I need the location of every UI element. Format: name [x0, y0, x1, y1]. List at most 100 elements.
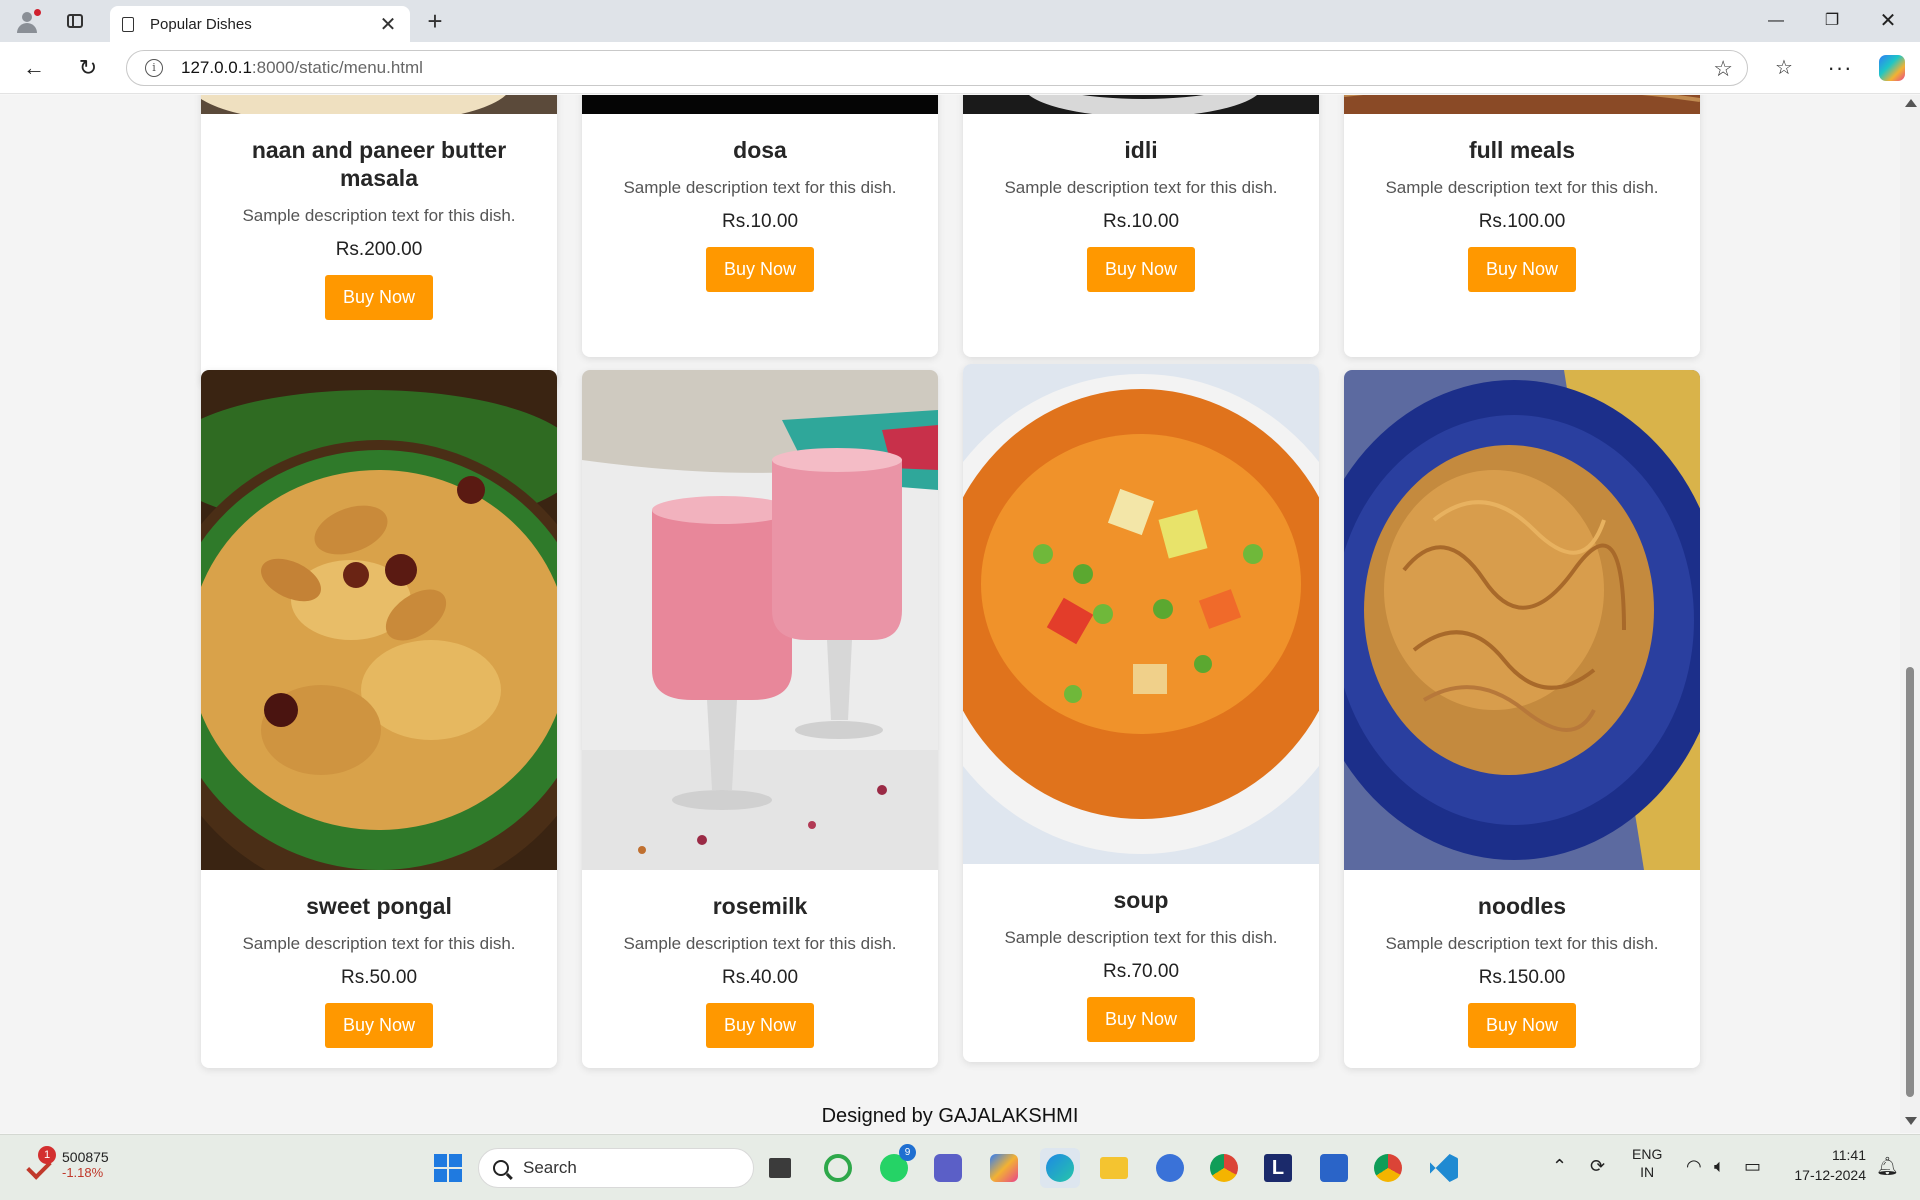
dish-description: Sample description text for this dish. — [623, 934, 897, 953]
volume-icon[interactable]: 🔈︎ — [1714, 1156, 1725, 1177]
favorites-button[interactable]: ☆ — [1768, 52, 1800, 84]
close-tab-icon[interactable]: ✕ — [378, 12, 398, 37]
vscode-icon — [1430, 1154, 1458, 1182]
taskbar-app-chrome-profile[interactable] — [1368, 1148, 1408, 1188]
dish-description: Sample description text for this dish. — [242, 206, 516, 225]
dish-description: Sample description text for this dish. — [1004, 178, 1278, 197]
scroll-down-arrow-icon[interactable] — [1905, 1117, 1917, 1125]
page-footer: Designed by GAJALAKSHMI — [821, 1105, 1079, 1127]
battery-icon[interactable]: ▭ — [1744, 1156, 1761, 1177]
taskbar-app-edge[interactable] — [1040, 1148, 1080, 1188]
dish-name: sweet pongal — [306, 893, 452, 919]
copilot-button[interactable] — [1876, 52, 1908, 84]
taskbar-app-copilot[interactable] — [984, 1148, 1024, 1188]
close-window-button[interactable]: ✕ — [1868, 8, 1908, 34]
address-bar[interactable]: i 127.0.0.1:8000/static/menu.html ☆ — [126, 50, 1748, 86]
dish-description: Sample description text for this dish. — [1385, 934, 1659, 953]
clock-time: 11:41 — [1832, 1147, 1866, 1163]
dish-description: Sample description text for this dish. — [1004, 928, 1278, 947]
taskbar-app-chrome[interactable] — [1204, 1148, 1244, 1188]
language-indicator[interactable]: ENG IN — [1632, 1145, 1662, 1181]
dish-name: naan and paneer butter masala — [251, 137, 507, 191]
profile-icon[interactable] — [12, 7, 42, 35]
favorite-star-icon[interactable]: ☆ — [1713, 56, 1733, 82]
dish-card: full meals Sample description text for t… — [1344, 95, 1700, 357]
show-hidden-icons-chevron-icon[interactable]: ⌃ — [1552, 1156, 1567, 1177]
dish-name: soup — [1113, 887, 1169, 913]
restore-button[interactable]: ❐ — [1812, 8, 1852, 34]
scroll-up-arrow-icon[interactable] — [1905, 99, 1917, 107]
task-view-button[interactable] — [760, 1148, 800, 1188]
dish-card: naan and paneer butter masala Sample des… — [201, 95, 557, 385]
scrollbar-thumb[interactable] — [1906, 667, 1914, 1097]
tab-popular-dishes[interactable]: Popular Dishes ✕ — [110, 6, 410, 42]
taskbar-app-whatsapp[interactable]: 9 — [874, 1144, 916, 1188]
buy-now-button[interactable]: Buy Now — [1467, 1003, 1577, 1048]
taskbar-search[interactable]: Search — [478, 1148, 754, 1188]
vertical-scrollbar[interactable] — [1900, 95, 1920, 1133]
dish-image-soup — [963, 364, 1319, 864]
more-menu-button[interactable]: ··· — [1824, 52, 1856, 84]
stock-widget[interactable]: 1 500875 -1.18% — [24, 1145, 109, 1180]
dish-price: Rs.40.00 — [721, 967, 799, 988]
dish-card: idli Sample description text for this di… — [963, 95, 1319, 357]
dish-name: idli — [1124, 137, 1158, 163]
reload-button[interactable]: ↻ — [72, 52, 104, 84]
start-button[interactable] — [428, 1148, 468, 1188]
windows-taskbar: 1 500875 -1.18% Search 9 L ⌃ ⟳ ENG IN ◠ … — [0, 1134, 1920, 1200]
stock-change: -1.18% — [62, 1165, 104, 1180]
taskbar-app-blue-a[interactable] — [1150, 1148, 1190, 1188]
dish-name: full meals — [1468, 137, 1576, 163]
dish-name: rosemilk — [712, 893, 808, 919]
site-info-icon[interactable]: i — [145, 59, 163, 77]
url-path: :8000/static/menu.html — [251, 58, 423, 77]
buy-now-button[interactable]: Buy Now — [1086, 997, 1196, 1042]
taskbar-app-teams[interactable] — [928, 1148, 968, 1188]
taskbar-app-file-explorer[interactable] — [1094, 1148, 1134, 1188]
taskbar-app-store[interactable] — [1314, 1148, 1354, 1188]
copilot-taskbar-icon — [990, 1154, 1018, 1182]
whatsapp-badge: 9 — [899, 1144, 916, 1161]
back-button[interactable]: ← — [18, 52, 50, 84]
url-host: 127.0.0.1 — [181, 58, 252, 77]
minimize-button[interactable]: — — [1756, 8, 1796, 34]
l-app-icon: L — [1264, 1154, 1292, 1182]
taskbar-app-green-ring[interactable] — [818, 1148, 858, 1188]
dish-card: dosa Sample description text for this di… — [582, 95, 938, 357]
tab-actions-icon[interactable] — [60, 7, 90, 35]
buy-now-button[interactable]: Buy Now — [1467, 247, 1577, 292]
taskbar-app-l[interactable]: L — [1258, 1148, 1298, 1188]
dish-image-noodles — [1344, 370, 1700, 870]
chrome-profile-icon — [1374, 1154, 1402, 1182]
windows-logo-icon — [434, 1154, 462, 1182]
dish-price: Rs.10.00 — [1102, 211, 1180, 232]
buy-now-button[interactable]: Buy Now — [324, 275, 434, 320]
dish-image-full-meals — [1344, 95, 1700, 114]
tab-title: Popular Dishes — [150, 15, 252, 33]
buy-now-button[interactable]: Buy Now — [705, 1003, 815, 1048]
task-view-icon — [769, 1158, 791, 1178]
sync-icon[interactable]: ⟳ — [1590, 1156, 1605, 1177]
wifi-icon[interactable]: ◠ — [1686, 1156, 1702, 1177]
notifications-icon[interactable]: 🔔︎ — [1876, 1156, 1899, 1177]
dish-price: Rs.100.00 — [1478, 211, 1566, 232]
folder-icon — [1100, 1157, 1128, 1179]
dish-name: dosa — [733, 137, 787, 163]
dish-price: Rs.10.00 — [721, 211, 799, 232]
clock[interactable]: 11:41 17-12-2024 — [1786, 1145, 1866, 1185]
buy-now-button[interactable]: Buy Now — [324, 1003, 434, 1048]
stock-badge: 1 — [38, 1145, 56, 1164]
search-icon — [493, 1160, 509, 1176]
dish-price: Rs.200.00 — [335, 239, 423, 260]
dish-card: rosemilk Sample description text for thi… — [582, 370, 938, 1068]
buy-now-button[interactable]: Buy Now — [1086, 247, 1196, 292]
browser-titlebar: Popular Dishes ✕ + — ❐ ✕ — [0, 0, 1920, 42]
dish-image-rosemilk — [582, 370, 938, 870]
stock-value: 500875 — [62, 1149, 109, 1165]
dish-description: Sample description text for this dish. — [623, 178, 897, 197]
lang-region: IN — [1640, 1164, 1655, 1180]
buy-now-button[interactable]: Buy Now — [705, 247, 815, 292]
new-tab-button[interactable]: + — [420, 8, 450, 34]
taskbar-app-vscode[interactable] — [1424, 1148, 1464, 1188]
clock-date: 17-12-2024 — [1794, 1167, 1866, 1183]
